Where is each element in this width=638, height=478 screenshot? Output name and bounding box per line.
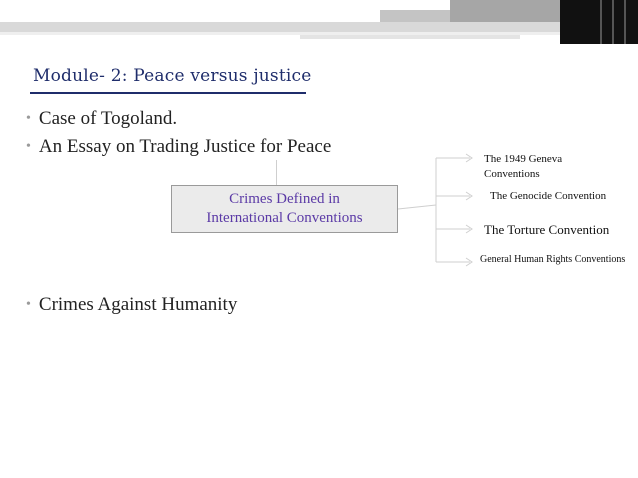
node-geneva-conventions: The 1949 Geneva Conventions [484, 153, 563, 180]
center-node: Crimes Defined in International Conventi… [171, 185, 398, 233]
diagram-connectors [397, 153, 473, 267]
node-genocide-convention: The Genocide Convention [490, 190, 607, 202]
node-human-rights-conventions: General Human Rights Conventions [480, 254, 626, 265]
connector-line [397, 204, 437, 210]
node-torture-convention: The Torture Convention [484, 222, 610, 237]
